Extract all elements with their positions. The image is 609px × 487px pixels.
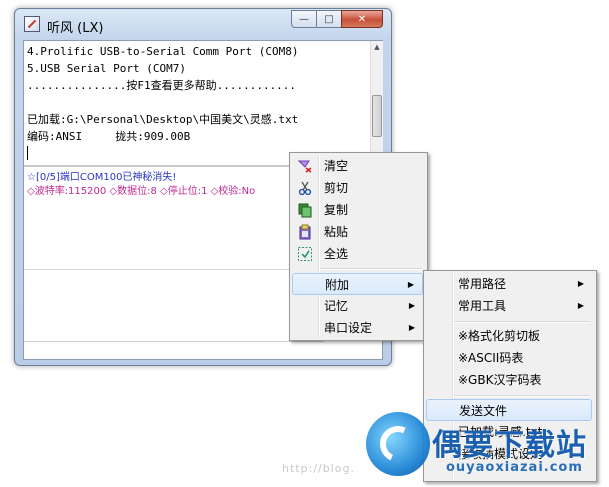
menu-item-memory[interactable]: 记忆 ▶ bbox=[292, 295, 423, 317]
menu-item-ascii-table[interactable]: ※ASCII码表 bbox=[426, 347, 592, 369]
menu-item-label: 剪切 bbox=[324, 181, 349, 195]
menu-item-label: 粘贴 bbox=[324, 225, 349, 239]
menu-item-label: 发送文件 bbox=[459, 404, 508, 418]
serial-params: ◇波特率:115200 ◇数据位:8 ◇停止位:1 ◇校验:No bbox=[27, 186, 256, 197]
menu-item-label: ※ASCII码表 bbox=[458, 351, 524, 365]
menu-item-send-file[interactable]: 发送文件 bbox=[426, 399, 592, 421]
menu-item-label: ※格式化剪切板 bbox=[458, 329, 541, 343]
editor-line: 5.USB Serial Port (COM7) bbox=[27, 62, 186, 75]
status-panel: ☆[0/5]端口COM100已神秘消失! ◇波特率:115200 ◇数据位:8 … bbox=[27, 171, 255, 199]
menu-item-label: 串口设定 bbox=[324, 321, 373, 335]
editor-line: ...............按F1查看更多帮助............ bbox=[27, 79, 297, 92]
submenu-arrow-icon: ▶ bbox=[577, 279, 584, 288]
context-menu: 清空 剪切 复制 粘贴 全选 附加 ▶ 记忆 ▶ 串口设定 ▶ bbox=[289, 152, 428, 341]
select-all-icon bbox=[297, 246, 313, 262]
paste-icon bbox=[297, 224, 313, 240]
text-cursor bbox=[27, 146, 28, 160]
watermark-text: http://blog. bbox=[282, 462, 355, 475]
menu-item-label: 清空 bbox=[324, 159, 349, 173]
site-logo-url: ouyaoxiazai.com bbox=[446, 460, 583, 475]
menu-item-paste[interactable]: 粘贴 bbox=[292, 221, 423, 243]
menu-item-cut[interactable]: 剪切 bbox=[292, 177, 423, 199]
editor-line: 编码:ANSI 拢共:909.00B bbox=[27, 130, 191, 143]
title-bar[interactable]: 听风 (LX) — □ ✕ bbox=[15, 9, 391, 39]
menu-item-format-clipboard[interactable]: ※格式化剪切板 bbox=[426, 325, 592, 347]
menu-separator bbox=[454, 321, 590, 323]
vertical-scrollbar[interactable]: ▲ ▼ bbox=[370, 41, 383, 165]
send-input[interactable] bbox=[24, 341, 324, 360]
caption-buttons: — □ ✕ bbox=[291, 10, 383, 28]
menu-item-common-paths[interactable]: 常用路径 ▶ bbox=[426, 273, 592, 295]
site-logo-icon bbox=[366, 412, 430, 476]
menu-item-label: 复制 bbox=[324, 203, 349, 217]
close-button[interactable]: ✕ bbox=[341, 10, 383, 28]
copy-icon bbox=[297, 202, 313, 218]
menu-item-gbk-table[interactable]: ※GBK汉字码表 bbox=[426, 369, 592, 391]
receive-text-area[interactable]: 4.Prolific USB-to-Serial Comm Port (COM8… bbox=[24, 41, 369, 165]
scroll-up-icon[interactable]: ▲ bbox=[371, 41, 383, 53]
menu-item-select-all[interactable]: 全选 bbox=[292, 243, 423, 265]
menu-item-common-tools[interactable]: 常用工具 ▶ bbox=[426, 295, 592, 317]
maximize-button[interactable]: □ bbox=[316, 10, 342, 28]
scissors-icon bbox=[297, 180, 313, 196]
submenu-arrow-icon: ▶ bbox=[577, 301, 584, 310]
menu-item-label: 常用路径 bbox=[458, 277, 507, 291]
site-logo-title: 偶要下载站 bbox=[432, 428, 587, 463]
menu-item-attach[interactable]: 附加 ▶ bbox=[292, 273, 423, 295]
editor-line: 4.Prolific USB-to-Serial Comm Port (COM8… bbox=[27, 45, 299, 58]
submenu-arrow-icon: ▶ bbox=[407, 280, 414, 289]
menu-item-label: 记忆 bbox=[324, 299, 349, 313]
editor-line: 已加载:G:\Personal\Desktop\中国美文\灵感.txt bbox=[27, 113, 299, 126]
submenu-arrow-icon: ▶ bbox=[408, 301, 415, 310]
menu-separator bbox=[454, 395, 590, 397]
clear-icon bbox=[297, 158, 313, 174]
submenu-arrow-icon: ▶ bbox=[408, 323, 415, 332]
menu-item-label: 常用工具 bbox=[458, 299, 507, 313]
menu-separator bbox=[320, 268, 422, 270]
port-status: ☆[0/5]端口COM100已神秘消失! bbox=[27, 172, 177, 183]
minimize-button[interactable]: — bbox=[291, 10, 317, 28]
scroll-thumb[interactable] bbox=[372, 95, 382, 137]
window-title: 听风 (LX) bbox=[47, 21, 104, 36]
menu-item-serial-settings[interactable]: 串口设定 ▶ bbox=[292, 317, 423, 339]
menu-item-label: ※GBK汉字码表 bbox=[458, 373, 542, 387]
menu-item-copy[interactable]: 复制 bbox=[292, 199, 423, 221]
menu-item-label: 附加 bbox=[325, 278, 350, 292]
app-icon bbox=[24, 16, 40, 32]
menu-item-clear[interactable]: 清空 bbox=[292, 155, 423, 177]
menu-item-label: 全选 bbox=[324, 247, 349, 261]
